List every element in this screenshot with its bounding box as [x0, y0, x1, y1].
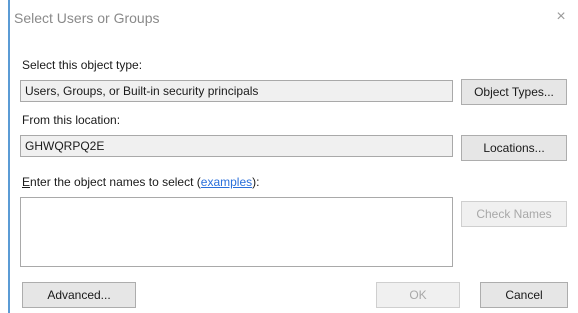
object-names-label: Enter the object names to select (exampl…: [22, 175, 259, 189]
close-icon[interactable]: ×: [552, 8, 570, 26]
cancel-button[interactable]: Cancel: [480, 282, 568, 308]
advanced-button[interactable]: Advanced...: [22, 282, 136, 308]
object-type-label: Select this object type:: [22, 58, 143, 72]
object-types-button[interactable]: Object Types...: [461, 79, 567, 105]
dialog-title: Select Users or Groups: [14, 10, 160, 26]
ok-button[interactable]: OK: [376, 282, 460, 308]
object-names-label-suffix: ):: [252, 175, 260, 189]
location-label: From this location:: [22, 113, 121, 127]
location-field: GHWQRPQ2E: [20, 135, 453, 157]
object-names-label-text: nter the object names to select (: [30, 175, 201, 189]
object-names-input[interactable]: [20, 197, 453, 267]
examples-link[interactable]: examples: [201, 175, 252, 189]
locations-button[interactable]: Locations...: [461, 135, 567, 161]
window-accent-border: [8, 0, 10, 313]
object-names-label-accesskey: E: [22, 175, 31, 189]
object-type-field: Users, Groups, or Built-in security prin…: [20, 80, 453, 102]
check-names-button[interactable]: Check Names: [461, 201, 567, 227]
select-users-dialog: Select Users or Groups × Select this obj…: [0, 0, 578, 313]
